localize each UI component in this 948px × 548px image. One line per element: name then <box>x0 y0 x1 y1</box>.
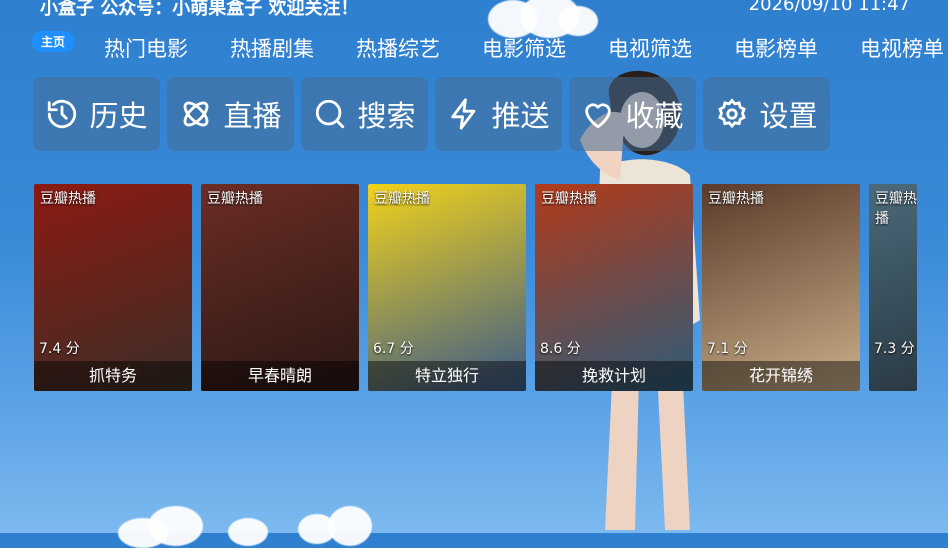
rating-score: 7.3 分 <box>874 341 915 357</box>
gear-icon <box>718 98 747 129</box>
poster-title: 早春晴朗 <box>201 361 359 391</box>
history-button[interactable]: 历史 <box>33 77 160 151</box>
poster-image <box>535 184 693 391</box>
announcement-ticker: 小盒子 公众号：小萌果盒子 欢迎关注！ 2026/09/10 11:47 <box>40 0 920 16</box>
poster-title: 特立独行 <box>368 361 526 391</box>
douban-hot-tag: 豆瓣热播 <box>708 191 764 207</box>
poster-card[interactable]: 豆瓣热播 8.6 分 挽救计划 <box>535 184 693 391</box>
tab-tv-ranking[interactable]: 电视榜单 <box>860 33 944 63</box>
favorites-button[interactable]: 收藏 <box>569 77 696 151</box>
favorites-label: 收藏 <box>625 99 684 133</box>
search-label: 搜索 <box>357 99 416 133</box>
push-label: 推送 <box>491 99 550 133</box>
douban-hot-tag: 豆瓣热播 <box>374 191 430 207</box>
hot-posters-row: 豆瓣热播 7.4 分 抓特务 豆瓣热播 早春晴朗 豆瓣热播 6.7 分 特立独行… <box>34 184 926 391</box>
live-icon <box>184 101 209 127</box>
cloud-decoration-bottom <box>118 500 378 548</box>
rating-score: 6.7 分 <box>373 341 414 357</box>
ticker-message: 小盒子 公众号：小萌果盒子 欢迎关注！ <box>40 0 359 16</box>
category-tabs: 主页 热门电影 热播剧集 热播综艺 电影筛选 电视筛选 电影榜单 电视榜单 <box>32 30 948 66</box>
live-label: 直播 <box>223 99 282 133</box>
tab-hot-variety[interactable]: 热播综艺 <box>356 33 440 63</box>
history-label: 历史 <box>89 99 148 133</box>
push-icon <box>451 98 476 130</box>
douban-hot-tag: 豆瓣热播 <box>541 191 597 207</box>
rating-score: 7.4 分 <box>39 341 80 357</box>
poster-card[interactable]: 豆瓣热播 7.1 分 花开锦绣 <box>702 184 860 391</box>
poster-card[interactable]: 豆瓣热播 6.7 分 特立独行 <box>368 184 526 391</box>
settings-button[interactable]: 设置 <box>703 77 830 151</box>
poster-image <box>201 184 359 391</box>
poster-card[interactable]: 豆瓣热播 7.3 分 <box>869 184 917 391</box>
poster-title: 抓特务 <box>34 361 192 391</box>
rating-score: 8.6 分 <box>540 341 581 357</box>
douban-hot-tag: 豆瓣热播 <box>40 191 96 207</box>
home-badge[interactable]: 主页 <box>32 30 75 52</box>
history-icon <box>48 99 77 129</box>
poster-image <box>702 184 860 391</box>
settings-label: 设置 <box>759 99 818 133</box>
tab-hot-series[interactable]: 热播剧集 <box>230 33 314 63</box>
poster-title: 花开锦绣 <box>702 361 860 391</box>
tab-movie-filter[interactable]: 电影筛选 <box>482 33 566 63</box>
poster-image <box>368 184 526 391</box>
search-button[interactable]: 搜索 <box>301 77 428 151</box>
live-button[interactable]: 直播 <box>167 77 294 151</box>
douban-hot-tag: 豆瓣热播 <box>207 191 263 207</box>
tab-hot-movies[interactable]: 热门电影 <box>104 33 188 63</box>
douban-hot-tag: 豆瓣热播 <box>875 191 917 227</box>
clock: 2026/09/10 11:47 <box>748 0 910 15</box>
function-buttons: 历史 直播 搜索 推送 收藏 设置 <box>33 77 837 151</box>
tab-movie-ranking[interactable]: 电影榜单 <box>734 33 818 63</box>
poster-card[interactable]: 豆瓣热播 7.4 分 抓特务 <box>34 184 192 391</box>
poster-title: 挽救计划 <box>535 361 693 391</box>
rating-score: 7.1 分 <box>707 341 748 357</box>
poster-image <box>34 184 192 391</box>
poster-card[interactable]: 豆瓣热播 早春晴朗 <box>201 184 359 391</box>
push-button[interactable]: 推送 <box>435 77 562 151</box>
search-icon <box>316 99 345 129</box>
tab-tv-filter[interactable]: 电视筛选 <box>608 33 692 63</box>
heart-icon <box>585 103 612 129</box>
